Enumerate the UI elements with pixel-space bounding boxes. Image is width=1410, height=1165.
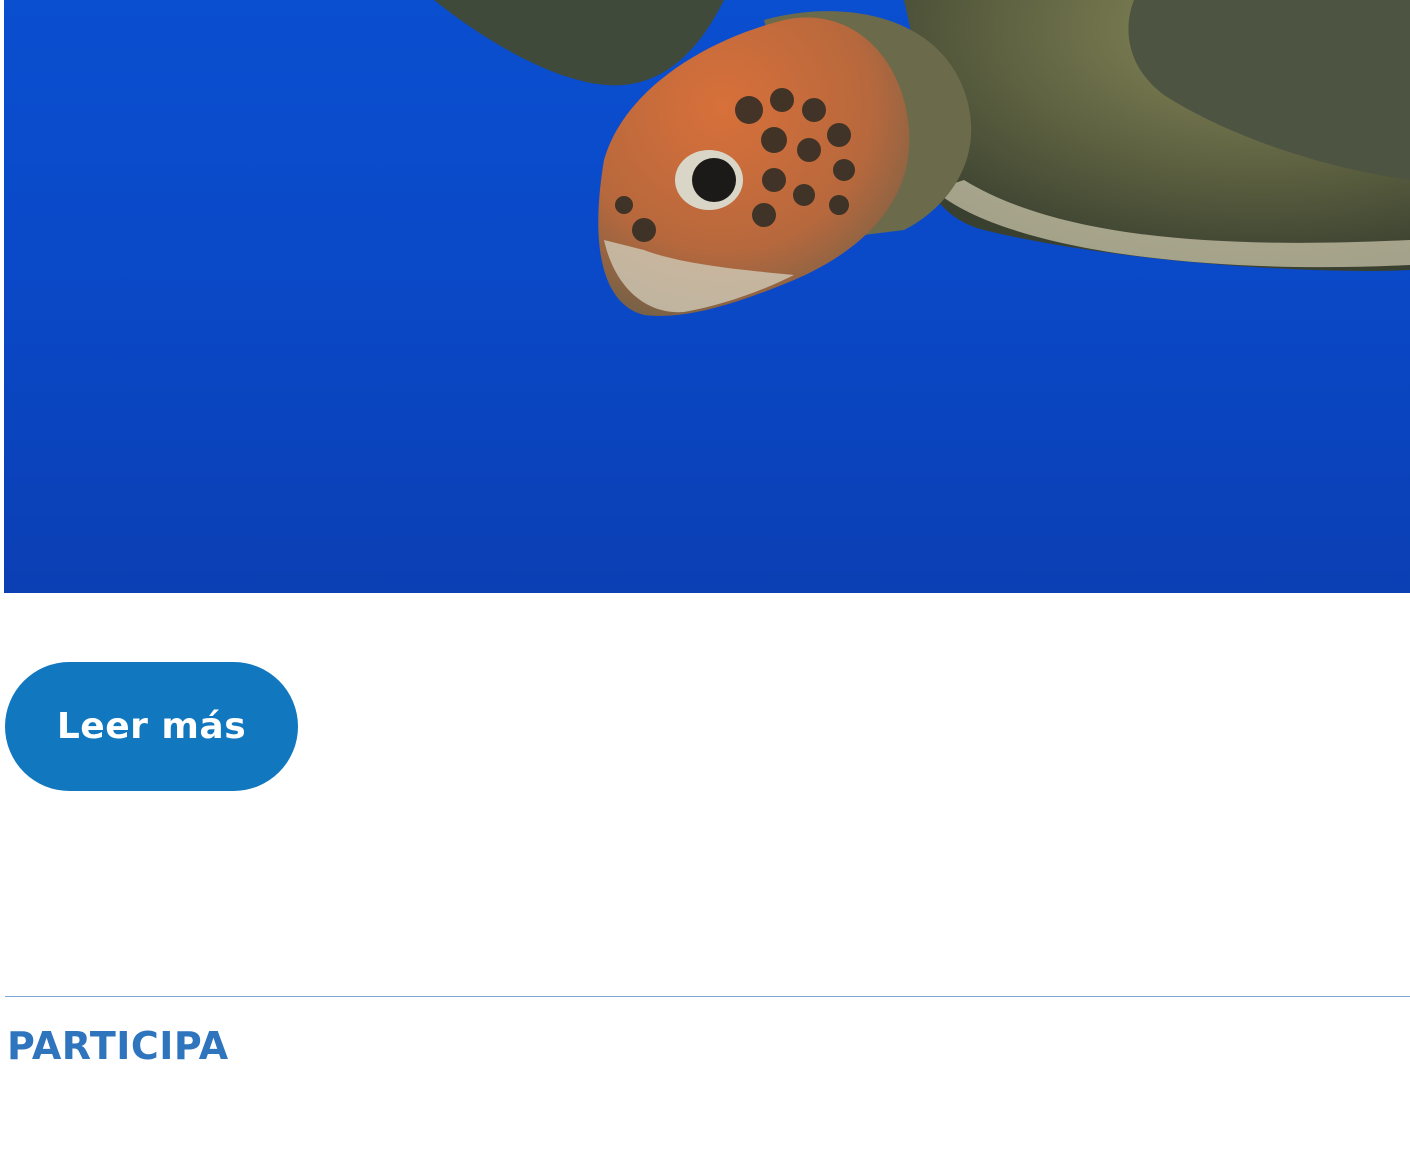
hero-image [4, 0, 1410, 593]
read-more-button[interactable]: Leer más [5, 662, 298, 791]
sea-turtle-icon [434, 0, 1410, 316]
section-divider [5, 996, 1410, 997]
section-title-participa: PARTICIPA [7, 1024, 229, 1068]
